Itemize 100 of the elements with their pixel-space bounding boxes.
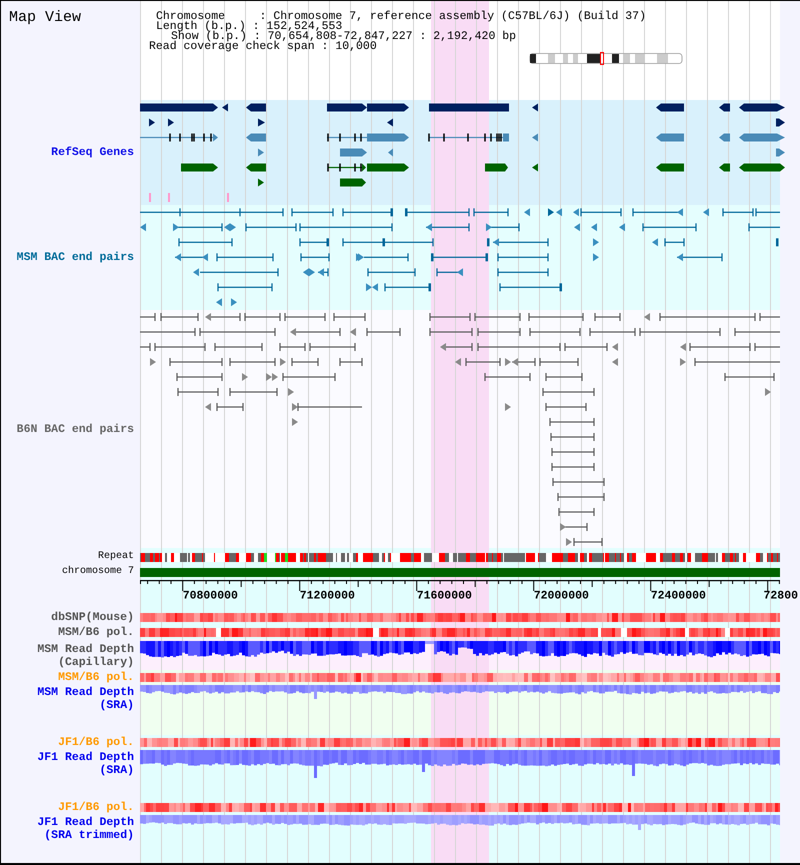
bac-end-pair	[734, 328, 780, 336]
gene-model	[222, 104, 228, 112]
bac-end-pair	[497, 268, 549, 276]
gene-model	[719, 164, 730, 172]
track-label: MSM Read Depth (Capillary)	[36, 642, 134, 668]
bac-end-marker	[703, 208, 709, 216]
bac-end-pair	[384, 283, 431, 292]
bac-end-marker	[652, 238, 658, 246]
bac-end-pair	[545, 373, 583, 381]
bac-end-marker	[231, 298, 237, 306]
bac-end-pair	[486, 223, 520, 232]
bac-end-pair	[557, 493, 605, 501]
axis-tick-label: 72400000	[650, 590, 706, 602]
gene-model	[246, 104, 266, 112]
bac-end-pair	[429, 313, 471, 321]
bac-end-marker	[680, 343, 686, 351]
bac-end-pair	[318, 268, 329, 276]
gene-model	[340, 148, 367, 156]
bac-end-pair	[229, 388, 278, 396]
bac-end-marker	[548, 208, 554, 216]
bac-end-pair	[529, 328, 581, 336]
bac-end-marker	[680, 358, 686, 366]
bac-end-pair	[545, 403, 587, 411]
bac-end-marker	[290, 328, 296, 336]
gene-model	[656, 134, 684, 142]
axis-tick-label: 72000000	[534, 590, 589, 602]
bac-end-pair	[245, 223, 297, 232]
track-label: chromosome 7	[62, 566, 134, 578]
bac-end-pair	[426, 223, 470, 232]
bac-end-marker	[487, 238, 490, 246]
axis-tick-label: 71600000	[416, 590, 472, 602]
bac-end-pair	[552, 478, 605, 486]
bac-end-marker	[455, 358, 461, 366]
gene-model	[168, 118, 174, 126]
gene-model	[776, 148, 785, 156]
bac-end-pair	[309, 343, 356, 351]
bac-end-marker	[591, 223, 597, 232]
bac-end-pair	[759, 313, 780, 321]
bac-end-pair	[240, 208, 284, 216]
bac-end-pair	[754, 343, 780, 351]
track-label: B6N BAC end pairs	[16, 422, 134, 436]
bac-end-pair	[154, 343, 206, 351]
bac-end-pair	[229, 358, 276, 366]
bac-end-marker	[776, 238, 778, 246]
bac-end-pair	[140, 328, 196, 336]
bac-end-pair	[539, 358, 579, 366]
track-label: MSM BAC end pairs	[16, 251, 134, 264]
bac-end-pair	[436, 268, 463, 276]
bac-end-marker	[612, 343, 618, 351]
bac-end-marker	[612, 358, 618, 366]
gene-model	[258, 148, 264, 156]
gene-model	[719, 104, 730, 112]
bac-end-marker	[765, 388, 771, 396]
bac-end-pair	[755, 208, 780, 216]
bac-end-pair	[385, 238, 434, 246]
header-info-line: Length (b.p.) : 152,524,553	[156, 22, 342, 32]
bac-end-marker	[505, 403, 511, 411]
bac-end-pair	[512, 358, 536, 366]
gene-model	[739, 104, 785, 112]
bac-end-pair	[342, 208, 393, 216]
bac-end-pair	[474, 313, 521, 321]
bac-end-marker	[644, 313, 650, 321]
bac-end-pair	[549, 418, 595, 426]
bac-end-pair	[689, 343, 751, 351]
bac-end-pair	[297, 403, 362, 411]
bac-end-pair	[366, 328, 401, 336]
bac-end-pair	[216, 253, 274, 262]
bac-end-pair	[431, 253, 488, 262]
bac-end-marker	[292, 418, 298, 426]
bac-end-pair	[284, 313, 326, 321]
bac-end-marker	[216, 298, 222, 306]
gene-model	[739, 134, 785, 142]
bac-end-pair	[140, 343, 151, 351]
bac-end-marker	[440, 343, 446, 351]
bac-end-pair	[342, 238, 385, 246]
bac-end-pair	[160, 313, 199, 321]
bac-end-pair	[178, 238, 233, 246]
bac-end-marker	[556, 208, 562, 216]
bac-end-marker	[505, 358, 511, 366]
bac-end-marker	[140, 223, 146, 232]
bac-end-pair	[558, 508, 595, 516]
bac-end-marker	[593, 253, 599, 262]
bac-end-pair	[333, 313, 366, 321]
bac-end-pair	[497, 253, 549, 262]
bac-end-marker	[574, 223, 580, 232]
axis-tick-label: 72800	[764, 590, 798, 602]
bac-end-marker	[593, 238, 599, 246]
bac-end-pair	[465, 358, 501, 366]
gene-model	[258, 178, 264, 186]
gene-model	[340, 178, 366, 186]
track-label: JF1 Read Depth (SRA)	[36, 750, 134, 776]
bac-end-pair	[560, 523, 588, 531]
bac-end-pair	[291, 208, 334, 216]
bac-end-marker	[205, 313, 211, 321]
bac-end-marker	[288, 388, 294, 396]
bac-end-marker	[150, 358, 156, 366]
track-label: JF1/B6 pol.	[58, 736, 134, 749]
bac-end-pair	[594, 313, 621, 321]
bac-end-pair	[175, 253, 208, 262]
bac-end-marker	[193, 268, 199, 276]
